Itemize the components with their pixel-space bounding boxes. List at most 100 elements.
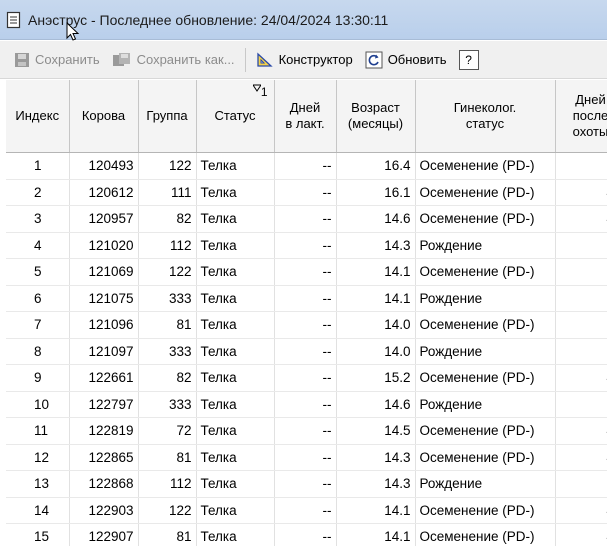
- table-body: 1120493122Телка--16.4Осеменение (PD-)502…: [6, 152, 607, 546]
- cell-age: 14.1: [336, 258, 416, 286]
- refresh-button[interactable]: Обновить: [359, 46, 453, 74]
- table-row[interactable]: 5121069122Телка--14.1Осеменение (PD-)39: [6, 258, 607, 286]
- cell-status: Телка: [196, 364, 275, 392]
- table-row[interactable]: 712109681Телка--14.0Осеменение (PD-)39: [6, 311, 607, 339]
- cell-cow: 122819: [69, 417, 139, 445]
- cell-status: Телка: [196, 205, 275, 233]
- cell-cow: 121020: [69, 232, 139, 259]
- cell-days-in-lactation: --: [274, 205, 337, 233]
- cell-group: 72: [138, 417, 197, 445]
- cell-age: 14.3: [336, 232, 416, 259]
- window-titlebar[interactable]: Анэструс - Последнее обновление: 24/04/2…: [0, 0, 607, 40]
- save-button-label: Сохранить: [35, 52, 100, 67]
- cell-gyn-status: Рождение: [415, 470, 556, 498]
- cell-group: 122: [138, 497, 197, 524]
- cell-cow: 120612: [69, 179, 139, 206]
- cell-age: 14.5: [336, 417, 416, 445]
- cell-index: 8: [6, 338, 70, 365]
- table-row[interactable]: 312095782Телка--14.6Осеменение (PD-)48: [6, 205, 607, 233]
- table-row[interactable]: 2120612111Телка--16.1Осеменение (PD-)41: [6, 179, 607, 206]
- cell-age: 14.6: [336, 205, 416, 233]
- cell-age: 14.1: [336, 497, 416, 524]
- cell-group: 82: [138, 205, 197, 233]
- cell-status: Телка: [196, 285, 275, 312]
- cell-cow: 121097: [69, 338, 139, 365]
- cell-age: 14.1: [336, 523, 416, 546]
- cell-index: 3: [6, 205, 70, 233]
- table-row[interactable]: 1112281972Телка--14.5Осеменение (PD-)41: [6, 417, 607, 445]
- refresh-button-label: Обновить: [387, 52, 447, 67]
- cell-group: 333: [138, 391, 197, 418]
- cell-cow: 120493: [69, 152, 139, 180]
- cell-days-in-lactation: --: [274, 179, 337, 206]
- save-as-button[interactable]: Сохранить как...: [106, 46, 241, 74]
- cell-days-since-heat: --: [555, 338, 607, 365]
- toolbar-separator: [244, 47, 246, 72]
- column-header-group[interactable]: Группа: [138, 80, 197, 153]
- cell-status: Телка: [196, 444, 275, 471]
- cell-index: 12: [6, 444, 70, 471]
- column-header-cow[interactable]: Корова: [69, 80, 139, 153]
- data-table: Индекс Корова Группа 1 Статус Дней в лак…: [6, 80, 607, 546]
- cell-index: 6: [6, 285, 70, 312]
- cell-status: Телка: [196, 232, 275, 259]
- cell-gyn-status: Осеменение (PD-): [415, 311, 556, 339]
- designer-button-label: Конструктор: [278, 52, 353, 67]
- cell-days-since-heat: 39: [555, 258, 607, 286]
- cell-days-since-heat: 41: [555, 179, 607, 206]
- cell-days-in-lactation: --: [274, 152, 337, 180]
- cell-age: 16.4: [336, 152, 416, 180]
- cell-group: 81: [138, 444, 197, 471]
- cell-index: 2: [6, 179, 70, 206]
- cell-index: 9: [6, 364, 70, 392]
- cell-days-since-heat: --: [555, 285, 607, 312]
- cell-days-in-lactation: --: [274, 391, 337, 418]
- anestrus-table[interactable]: Индекс Корова Группа 1 Статус Дней в лак…: [6, 80, 607, 546]
- cell-days-since-heat: --: [555, 470, 607, 498]
- cell-age: 14.0: [336, 311, 416, 339]
- cell-days-since-heat: 48: [555, 364, 607, 392]
- column-header-age[interactable]: Возраст (месяцы): [336, 80, 416, 153]
- cell-cow: 122903: [69, 497, 139, 524]
- toolbar: Сохранить Сохранить как... Конструктор О…: [0, 41, 607, 79]
- cell-cow: 122868: [69, 470, 139, 498]
- column-header-index[interactable]: Индекс: [6, 80, 70, 153]
- column-header-days-since-heat[interactable]: Дней после охоты: [555, 80, 607, 153]
- cell-gyn-status: Осеменение (PD-): [415, 258, 556, 286]
- table-row[interactable]: 912266182Телка--15.2Осеменение (PD-)48: [6, 364, 607, 392]
- table-row[interactable]: 1512290781Телка--14.1Осеменение (PD-)41: [6, 523, 607, 546]
- designer-button[interactable]: Конструктор: [250, 46, 359, 74]
- table-row[interactable]: 10122797333Телка--14.6Рождение--: [6, 391, 607, 418]
- cell-index: 5: [6, 258, 70, 286]
- sort-descending-icon: [251, 84, 262, 92]
- cell-days-in-lactation: --: [274, 311, 337, 339]
- table-row[interactable]: 6121075333Телка--14.1Рождение--: [6, 285, 607, 312]
- table-row[interactable]: 1120493122Телка--16.4Осеменение (PD-)50: [6, 152, 607, 180]
- cell-index: 4: [6, 232, 70, 259]
- table-row[interactable]: 1212286581Телка--14.3Осеменение (PD-)41: [6, 444, 607, 471]
- column-header-gyn-status[interactable]: Гинеколог. статус: [415, 80, 556, 153]
- cell-index: 14: [6, 497, 70, 524]
- cell-cow: 121096: [69, 311, 139, 339]
- cell-days-since-heat: 41: [555, 523, 607, 546]
- cell-days-since-heat: 50: [555, 152, 607, 180]
- cell-days-since-heat: 39: [555, 311, 607, 339]
- table-row[interactable]: 13122868112Телка--14.3Рождение--: [6, 470, 607, 498]
- cell-status: Телка: [196, 338, 275, 365]
- table-row[interactable]: 8121097333Телка--14.0Рождение--: [6, 338, 607, 365]
- cell-group: 122: [138, 152, 197, 180]
- help-button[interactable]: ?: [458, 49, 479, 70]
- table-row[interactable]: 14122903122Телка--14.1Осеменение (PD-)48: [6, 497, 607, 524]
- cell-gyn-status: Осеменение (PD-): [415, 523, 556, 546]
- table-row[interactable]: 4121020112Телка--14.3Рождение--: [6, 232, 607, 259]
- save-as-icon: [112, 52, 130, 66]
- cell-days-since-heat: --: [555, 391, 607, 418]
- save-button[interactable]: Сохранить: [8, 46, 106, 74]
- column-header-status[interactable]: 1 Статус: [196, 80, 275, 153]
- cell-gyn-status: Осеменение (PD-): [415, 364, 556, 392]
- cell-days-since-heat: 48: [555, 497, 607, 524]
- cell-group: 82: [138, 364, 197, 392]
- cell-status: Телка: [196, 523, 275, 546]
- cell-days-in-lactation: --: [274, 258, 337, 286]
- column-header-days-in-lactation[interactable]: Дней в лакт.: [274, 80, 337, 153]
